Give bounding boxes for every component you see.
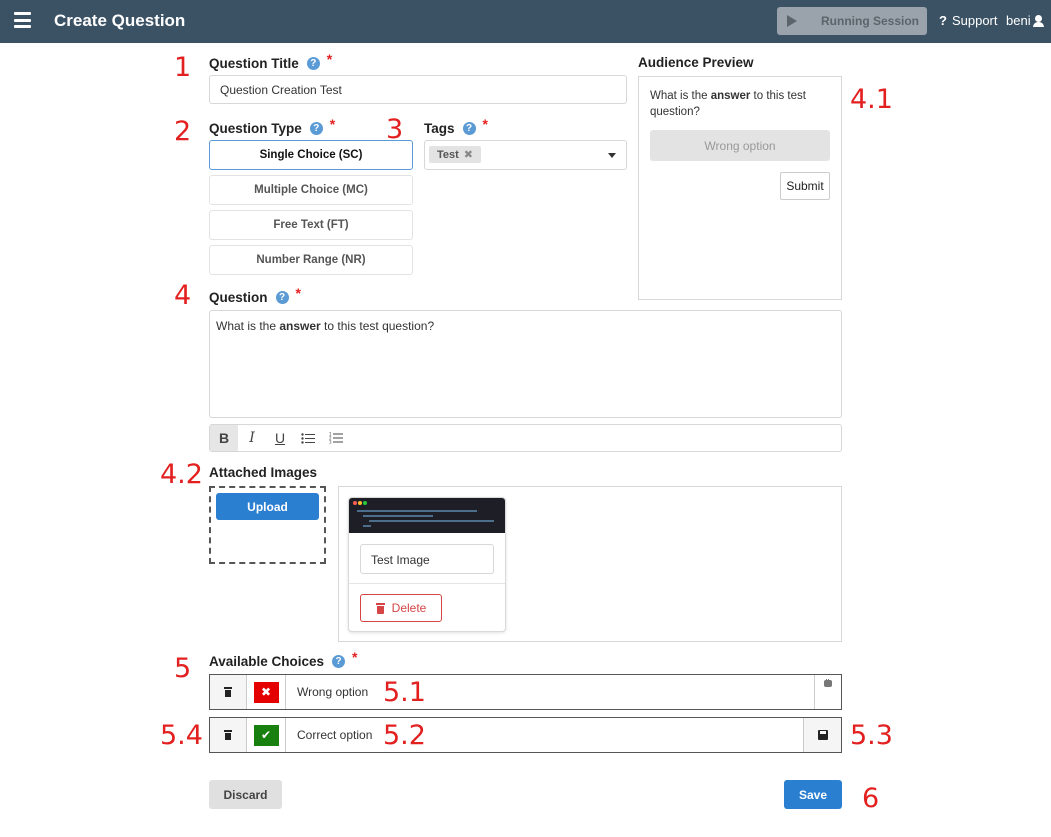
check-icon: ✔ bbox=[253, 724, 279, 746]
type-number-range-button[interactable]: Number Range (NR) bbox=[209, 245, 413, 275]
annotation-4-2: 4.2 bbox=[160, 459, 203, 490]
preview-question-text: What is the answer to this test question… bbox=[650, 88, 830, 120]
preview-text-pre: What is the bbox=[650, 90, 711, 102]
trash-icon bbox=[375, 602, 385, 614]
running-session-button[interactable]: Running Session bbox=[777, 7, 927, 35]
annotation-4: 4 bbox=[174, 280, 192, 311]
annotation-5-4: 5.4 bbox=[160, 720, 203, 751]
support-link[interactable]: ? Support bbox=[939, 13, 998, 28]
play-icon bbox=[787, 15, 797, 27]
preview-option-button[interactable]: Wrong option bbox=[650, 130, 830, 161]
required-marker: * bbox=[295, 285, 301, 301]
required-marker: * bbox=[352, 649, 358, 665]
annotation-2: 2 bbox=[174, 116, 192, 147]
hamburger-menu-icon[interactable] bbox=[14, 12, 31, 28]
annotation-5: 5 bbox=[174, 653, 192, 684]
help-icon[interactable]: ? bbox=[306, 56, 320, 70]
dropdown-caret-icon[interactable] bbox=[608, 153, 616, 158]
help-icon[interactable]: ? bbox=[309, 121, 323, 135]
required-marker: * bbox=[329, 116, 336, 132]
numbered-list-icon[interactable]: 123 bbox=[322, 425, 350, 451]
editor-toolbar: B I U 123 bbox=[209, 424, 842, 452]
question-title-label: Question Title ? * bbox=[209, 51, 332, 71]
user-icon bbox=[1032, 14, 1044, 27]
required-marker: * bbox=[326, 51, 333, 67]
question-title-label-text: Question Title bbox=[209, 55, 299, 71]
trash-icon bbox=[224, 730, 232, 740]
toggle-correct-button[interactable]: ✖ bbox=[247, 675, 286, 709]
user-name: beni bbox=[1006, 13, 1031, 28]
choice-text[interactable]: Wrong option bbox=[297, 685, 368, 699]
bold-button[interactable]: B bbox=[210, 425, 238, 451]
available-choices-label-text: Available Choices bbox=[209, 653, 325, 669]
save-button[interactable]: Save bbox=[784, 780, 842, 809]
choice-row: ✔ Correct option bbox=[209, 717, 842, 753]
question-title-input[interactable]: Question Creation Test bbox=[209, 75, 627, 104]
question-type-label: Question Type ? * bbox=[209, 116, 335, 136]
help-icon[interactable]: ? bbox=[275, 290, 289, 304]
type-free-text-button[interactable]: Free Text (FT) bbox=[209, 210, 413, 240]
wrong-x-icon: ✖ bbox=[253, 681, 279, 703]
underline-button[interactable]: U bbox=[266, 425, 294, 451]
question-label: Question ? * bbox=[209, 285, 301, 305]
italic-button[interactable]: I bbox=[238, 425, 266, 451]
attached-images-label: Attached Images bbox=[209, 465, 318, 480]
question-label-text: Question bbox=[209, 289, 268, 305]
user-menu[interactable]: beni bbox=[1006, 13, 1044, 28]
audience-preview-heading: Audience Preview bbox=[638, 55, 754, 70]
delete-image-button[interactable]: Delete bbox=[360, 594, 442, 622]
tags-label: Tags ? * bbox=[424, 116, 488, 136]
svg-text:3: 3 bbox=[329, 440, 332, 445]
page-title: Create Question bbox=[54, 11, 186, 30]
delete-choice-button[interactable] bbox=[210, 675, 247, 709]
delete-label: Delete bbox=[391, 601, 427, 615]
annotation-6: 6 bbox=[862, 783, 880, 814]
discard-button[interactable]: Discard bbox=[209, 780, 282, 809]
question-text-post: to this test question? bbox=[320, 319, 435, 333]
preview-text-bold: answer bbox=[710, 90, 751, 102]
question-editor[interactable]: What is the answer to this test question… bbox=[209, 310, 842, 418]
annotation-4-1: 4.1 bbox=[850, 84, 893, 115]
remove-tag-icon[interactable]: ✖ bbox=[464, 148, 473, 161]
choice-row: ✖ Wrong option bbox=[209, 674, 842, 710]
question-text-pre: What is the bbox=[216, 319, 280, 333]
question-text-bold: answer bbox=[279, 319, 321, 333]
bulleted-list-icon[interactable] bbox=[294, 425, 322, 451]
trash-icon bbox=[224, 687, 232, 697]
annotation-1: 1 bbox=[174, 52, 192, 83]
type-single-choice-button[interactable]: Single Choice (SC) bbox=[209, 140, 413, 170]
toggle-correct-button[interactable]: ✔ bbox=[247, 718, 286, 752]
choice-divider bbox=[814, 675, 815, 709]
tag-chip-label: Test bbox=[436, 148, 459, 161]
save-choice-button[interactable] bbox=[803, 718, 841, 752]
required-marker: * bbox=[482, 116, 488, 132]
image-card-divider bbox=[349, 583, 505, 584]
type-multiple-choice-button[interactable]: Multiple Choice (MC) bbox=[209, 175, 413, 205]
question-mark-icon: ? bbox=[939, 13, 947, 28]
running-session-label: Running Session bbox=[821, 14, 920, 28]
help-icon[interactable]: ? bbox=[332, 654, 346, 668]
top-bar: Create Question Running Session ? Support… bbox=[0, 0, 1051, 43]
upload-button[interactable]: Upload bbox=[216, 493, 319, 520]
choice-text[interactable]: Correct option bbox=[297, 728, 372, 742]
available-choices-label: Available Choices ? * bbox=[209, 649, 358, 669]
question-type-label-text: Question Type bbox=[209, 120, 302, 136]
preview-submit-button[interactable]: Submit bbox=[780, 172, 830, 200]
tag-chip: Test ✖ bbox=[429, 146, 481, 163]
image-thumbnail bbox=[349, 498, 505, 533]
drag-handle-icon[interactable] bbox=[823, 679, 833, 687]
support-label: Support bbox=[951, 13, 998, 28]
save-icon bbox=[817, 730, 828, 740]
annotation-5-3: 5.3 bbox=[850, 720, 893, 751]
help-icon[interactable]: ? bbox=[462, 121, 476, 135]
delete-choice-button[interactable] bbox=[210, 718, 247, 752]
image-name-input[interactable]: Test Image bbox=[360, 544, 494, 574]
tags-label-text: Tags bbox=[424, 120, 455, 136]
